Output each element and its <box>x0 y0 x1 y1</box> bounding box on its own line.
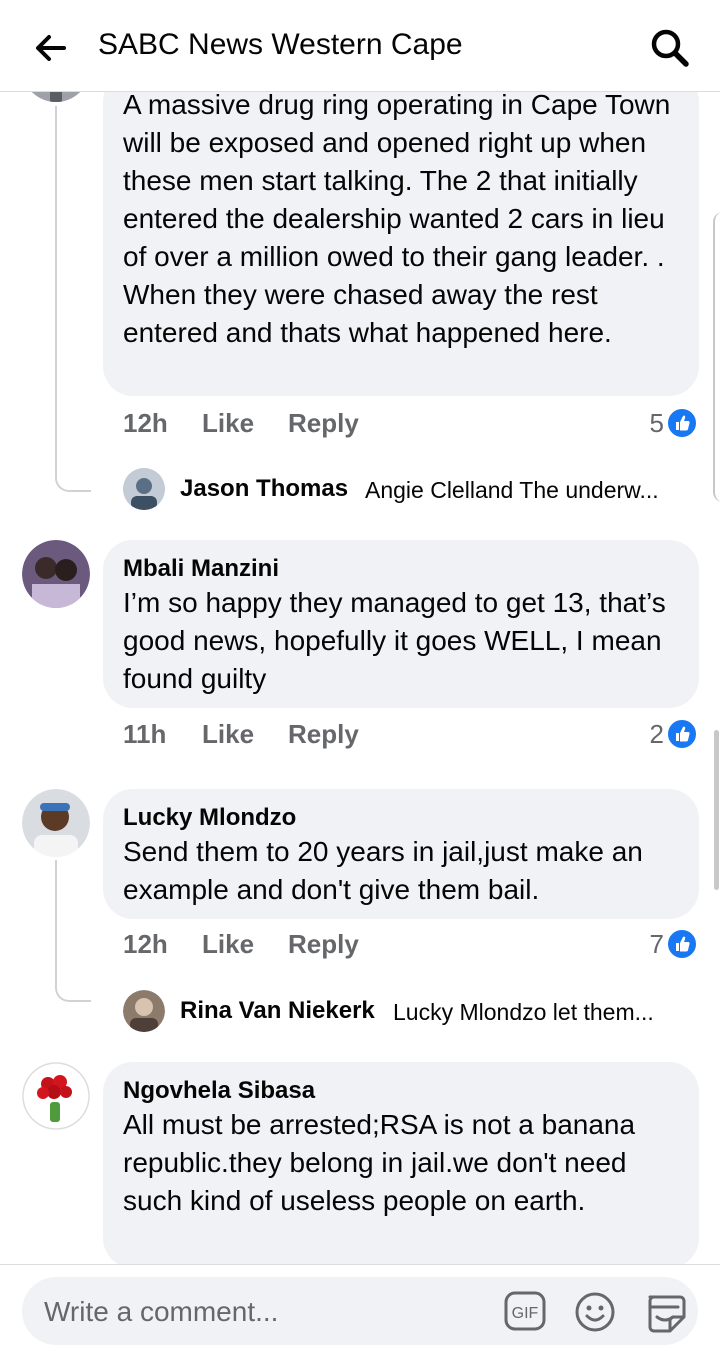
smiley-icon <box>575 1292 615 1332</box>
sticker-icon <box>648 1295 686 1333</box>
comment-input[interactable] <box>44 1294 484 1330</box>
reply-link[interactable]: Reply <box>288 408 359 439</box>
comment-bubble[interactable]: Lucky Mlondzo Send them to 20 years in j… <box>103 789 699 919</box>
thread-elbow <box>55 462 91 492</box>
comment-feed[interactable]: A massive drug ring operating in Cape To… <box>0 92 720 1264</box>
page-title: SABC News Western Cape <box>98 28 463 61</box>
gif-label: GIF <box>512 1305 539 1322</box>
reaction-summary[interactable]: 7 <box>650 928 698 960</box>
comment-author[interactable]: Ngovhela Sibasa <box>123 1076 679 1106</box>
top-bar: SABC News Western Cape <box>0 0 720 92</box>
comment-time[interactable]: 12h <box>123 929 168 960</box>
arrow-left-icon <box>36 35 66 61</box>
reply-snippet: Angie Clelland The underw... <box>365 477 659 503</box>
reaction-count: 5 <box>649 407 664 438</box>
reply-preview[interactable]: Rina Van Niekerk Lucky Mlondzo let them.… <box>123 990 683 1034</box>
like-link[interactable]: Like <box>202 719 254 750</box>
avatar <box>123 468 165 510</box>
reaction-count: 2 <box>649 718 664 749</box>
back-button[interactable] <box>30 28 70 68</box>
gif-button[interactable]: GIF <box>504 1291 546 1331</box>
reply-link[interactable]: Reply <box>288 719 359 750</box>
reply-author: Jason Thomas <box>180 475 349 502</box>
like-icon <box>666 718 698 750</box>
comment-bubble[interactable]: Mbali Manzini I’m so happy they managed … <box>103 540 699 708</box>
comment-text: A massive drug ring operating in Cape To… <box>123 92 671 348</box>
like-icon <box>666 407 698 439</box>
thread-elbow <box>55 972 91 1002</box>
avatar <box>123 990 165 1032</box>
avatar[interactable] <box>22 789 90 857</box>
comment-time[interactable]: 12h <box>123 408 168 439</box>
thread-line <box>55 860 57 986</box>
comment-text: All must be arrested;RSA is not a banana… <box>123 1109 636 1216</box>
comment-text: I’m so happy they managed to get 13, tha… <box>123 587 666 694</box>
avatar[interactable] <box>22 540 90 608</box>
reply-author: Rina Van Niekerk <box>180 997 375 1024</box>
thread-line <box>55 106 57 474</box>
comment-bubble[interactable]: Ngovhela Sibasa All must be arrested;RSA… <box>103 1062 699 1264</box>
avatar[interactable] <box>22 1062 90 1130</box>
reply-snippet: Lucky Mlondzo let them... <box>393 999 654 1025</box>
like-link[interactable]: Like <box>202 929 254 960</box>
reaction-summary[interactable]: 5 <box>650 407 698 439</box>
reaction-count: 7 <box>649 928 664 959</box>
sticker-button[interactable] <box>642 1289 688 1335</box>
search-button[interactable] <box>648 26 692 70</box>
reply-preview[interactable]: Jason Thomas Angie Clelland The underw..… <box>123 468 683 512</box>
comment-author[interactable]: Lucky Mlondzo <box>123 803 679 833</box>
scrollbar[interactable] <box>714 730 719 890</box>
comment-bubble[interactable]: A massive drug ring operating in Cape To… <box>103 92 699 396</box>
search-icon <box>651 29 689 67</box>
like-icon <box>666 928 698 960</box>
comment-author[interactable]: Mbali Manzini <box>123 554 679 584</box>
like-link[interactable]: Like <box>202 408 254 439</box>
comment-composer: GIF <box>22 1277 698 1345</box>
reply-link[interactable]: Reply <box>288 929 359 960</box>
comment-text: Send them to 20 years in jail,just make … <box>123 836 643 905</box>
gif-icon: GIF <box>504 1291 546 1331</box>
comment-composer-bar: GIF <box>0 1264 720 1355</box>
avatar[interactable] <box>22 92 90 102</box>
scroll-edge <box>713 212 720 502</box>
comment-time[interactable]: 11h <box>123 719 166 750</box>
reaction-summary[interactable]: 2 <box>650 718 698 750</box>
emoji-button[interactable] <box>574 1291 616 1333</box>
